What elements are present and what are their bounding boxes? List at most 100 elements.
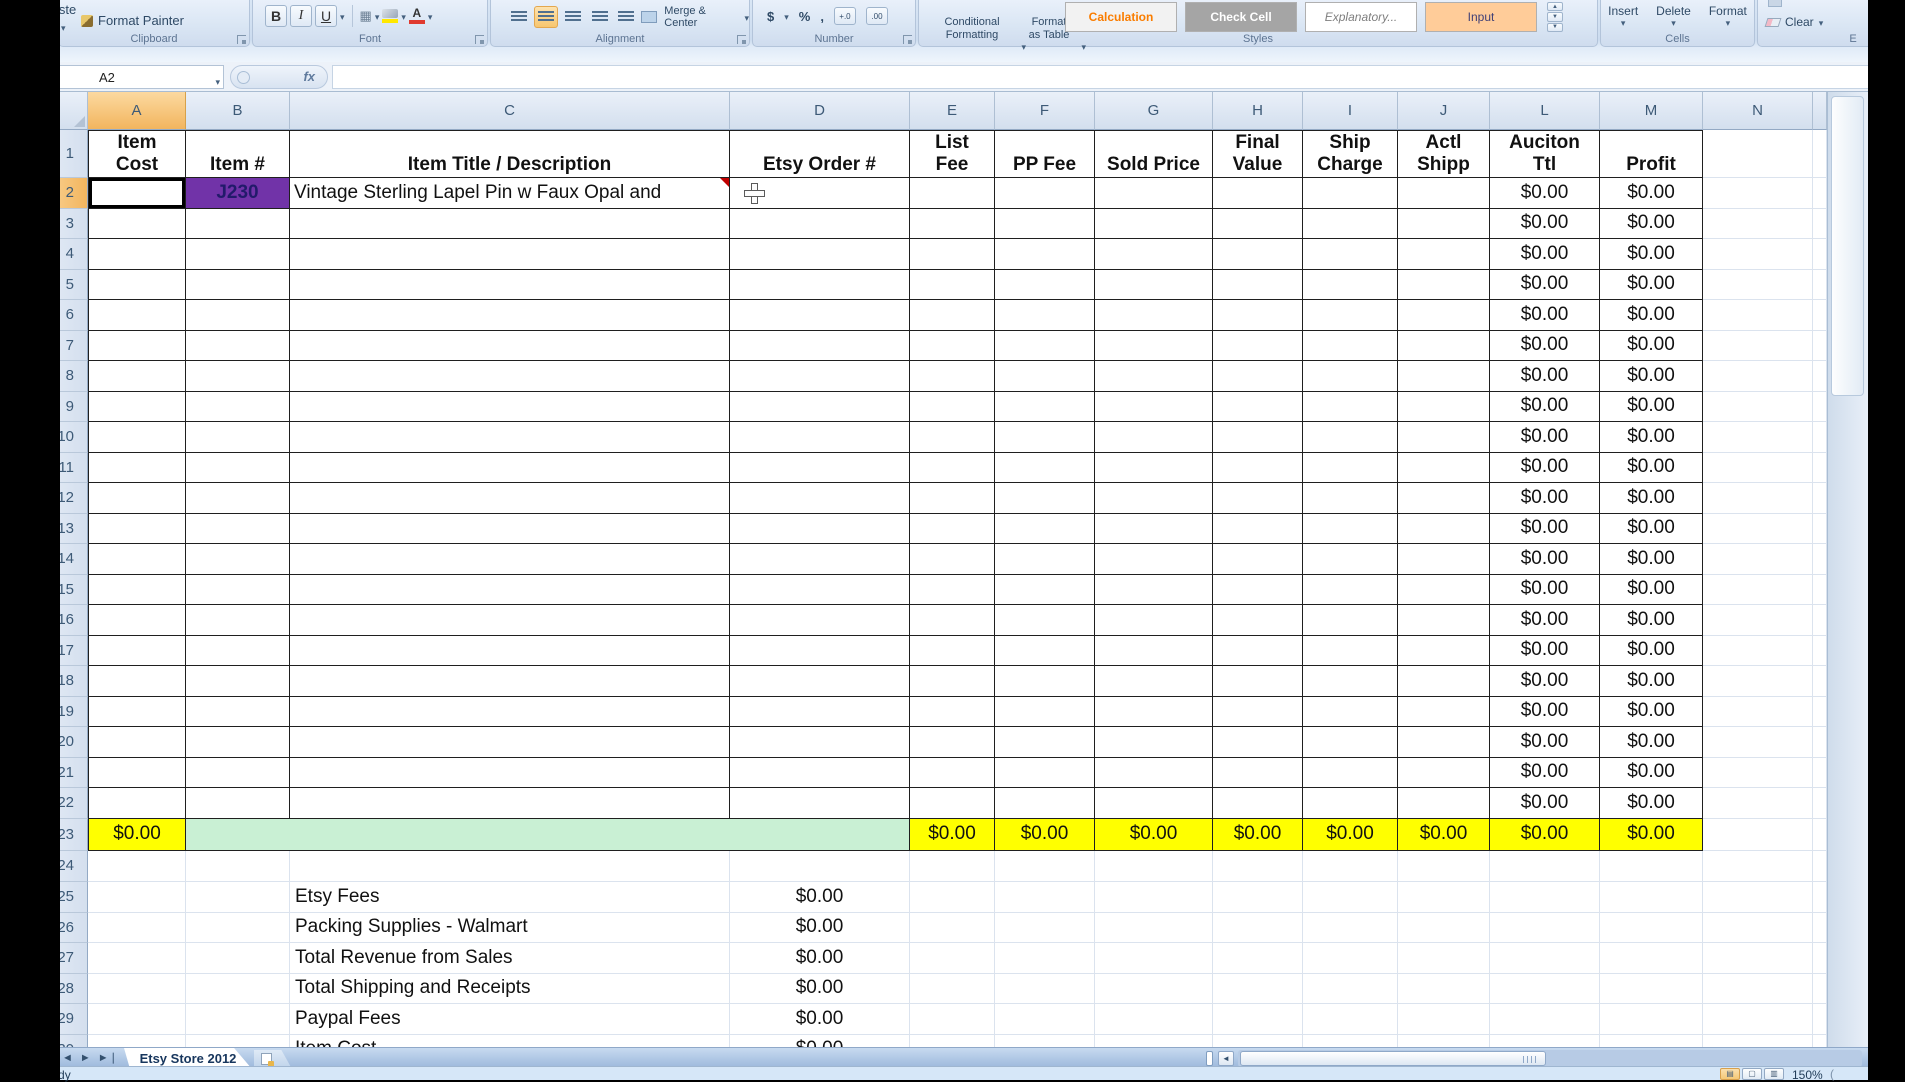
- cell-E30[interactable]: [910, 1035, 995, 1048]
- cell-D15[interactable]: [730, 575, 910, 606]
- align-left-button[interactable]: [507, 6, 531, 28]
- first-sheet-icon[interactable]: ◄: [62, 1050, 73, 1066]
- cell-J4[interactable]: [1398, 239, 1490, 270]
- cell-J28[interactable]: [1398, 974, 1490, 1005]
- cell-L6[interactable]: $0.00: [1490, 300, 1600, 331]
- cell-M7[interactable]: $0.00: [1600, 331, 1703, 362]
- cell-A29[interactable]: [88, 1004, 186, 1035]
- header-cell-I[interactable]: Ship Charge: [1303, 130, 1398, 178]
- cell-M11[interactable]: $0.00: [1600, 453, 1703, 484]
- cell-E23[interactable]: $0.00: [910, 819, 995, 851]
- cell-F28[interactable]: [995, 974, 1095, 1005]
- cell-L2[interactable]: $0.00: [1490, 178, 1600, 209]
- underline-dropdown-icon[interactable]: [340, 7, 345, 25]
- cell-N25[interactable]: [1703, 882, 1813, 913]
- cell-F22[interactable]: [995, 788, 1095, 819]
- cell-H5[interactable]: [1213, 270, 1303, 301]
- cell-H12[interactable]: [1213, 483, 1303, 514]
- cell-D11[interactable]: [730, 453, 910, 484]
- cell-N30[interactable]: [1703, 1035, 1813, 1048]
- cell-J27[interactable]: [1398, 943, 1490, 974]
- name-box-dropdown-icon[interactable]: [215, 73, 220, 88]
- cell-M17[interactable]: $0.00: [1600, 636, 1703, 667]
- previous-sheet-icon[interactable]: ►: [80, 1050, 91, 1066]
- cell-G7[interactable]: [1095, 331, 1213, 362]
- cell-F24[interactable]: [995, 851, 1095, 883]
- cell-E12[interactable]: [910, 483, 995, 514]
- cell-G30[interactable]: [1095, 1035, 1213, 1048]
- cell-A7[interactable]: [88, 331, 186, 362]
- summary-value-27[interactable]: $0.00: [730, 943, 910, 974]
- cell-H28[interactable]: [1213, 974, 1303, 1005]
- cell-L27[interactable]: [1490, 943, 1600, 974]
- cell-N8[interactable]: [1703, 361, 1813, 392]
- cell-E6[interactable]: [910, 300, 995, 331]
- cell-N17[interactable]: [1703, 636, 1813, 667]
- cell-H25[interactable]: [1213, 882, 1303, 913]
- cell-J16[interactable]: [1398, 605, 1490, 636]
- decrease-decimal-button[interactable]: .00: [866, 7, 888, 25]
- cell-B16[interactable]: [186, 605, 290, 636]
- column-header-I[interactable]: I: [1303, 92, 1398, 130]
- underline-button[interactable]: U: [315, 5, 337, 27]
- cell-A13[interactable]: [88, 514, 186, 545]
- cell-F10[interactable]: [995, 422, 1095, 453]
- cell-I21[interactable]: [1303, 758, 1398, 789]
- cell-L15[interactable]: $0.00: [1490, 575, 1600, 606]
- cell-F21[interactable]: [995, 758, 1095, 789]
- cell-N29[interactable]: [1703, 1004, 1813, 1035]
- cell-D5[interactable]: [730, 270, 910, 301]
- cell-N11[interactable]: [1703, 453, 1813, 484]
- cell-N26[interactable]: [1703, 913, 1813, 944]
- cell-A15[interactable]: [88, 575, 186, 606]
- cell-N19[interactable]: [1703, 697, 1813, 728]
- cell-H7[interactable]: [1213, 331, 1303, 362]
- cell-M2[interactable]: $0.00: [1600, 178, 1703, 209]
- cell-M21[interactable]: $0.00: [1600, 758, 1703, 789]
- cell-F8[interactable]: [995, 361, 1095, 392]
- cell-F7[interactable]: [995, 331, 1095, 362]
- cell-B23-D23-green-span[interactable]: [186, 819, 910, 851]
- summary-value-29[interactable]: $0.00: [730, 1004, 910, 1035]
- cell-G8[interactable]: [1095, 361, 1213, 392]
- cell-H18[interactable]: [1213, 666, 1303, 697]
- cell-J22[interactable]: [1398, 788, 1490, 819]
- cell-B27[interactable]: [186, 943, 290, 974]
- style-gallery-explanatory[interactable]: Explanatory...: [1305, 2, 1417, 32]
- cell-H26[interactable]: [1213, 913, 1303, 944]
- fill-button-partial-icon[interactable]: [1768, 0, 1782, 7]
- cell-D12[interactable]: [730, 483, 910, 514]
- cell-A17[interactable]: [88, 636, 186, 667]
- cell-N27[interactable]: [1703, 943, 1813, 974]
- fill-color-dropdown-icon[interactable]: [401, 7, 406, 25]
- cell-G11[interactable]: [1095, 453, 1213, 484]
- summary-value-26[interactable]: $0.00: [730, 913, 910, 944]
- cell-C22[interactable]: [290, 788, 730, 819]
- cell-B12[interactable]: [186, 483, 290, 514]
- cell-E13[interactable]: [910, 514, 995, 545]
- cell-A3[interactable]: [88, 209, 186, 240]
- cell-J25[interactable]: [1398, 882, 1490, 913]
- cell-H29[interactable]: [1213, 1004, 1303, 1035]
- cell-G13[interactable]: [1095, 514, 1213, 545]
- horizontal-scrollbar[interactable]: [1238, 1050, 1862, 1067]
- cell-B10[interactable]: [186, 422, 290, 453]
- cell-N7[interactable]: [1703, 331, 1813, 362]
- summary-label-27[interactable]: Total Revenue from Sales: [290, 943, 730, 974]
- cell-L10[interactable]: $0.00: [1490, 422, 1600, 453]
- column-header-J[interactable]: J: [1398, 92, 1490, 130]
- cell-E27[interactable]: [910, 943, 995, 974]
- header-cell-C[interactable]: Item Title / Description: [290, 130, 730, 178]
- cell-F19[interactable]: [995, 697, 1095, 728]
- column-header-G[interactable]: G: [1095, 92, 1213, 130]
- cell-G20[interactable]: [1095, 727, 1213, 758]
- cell-J8[interactable]: [1398, 361, 1490, 392]
- cell-E10[interactable]: [910, 422, 995, 453]
- cell-L29[interactable]: [1490, 1004, 1600, 1035]
- cell-E3[interactable]: [910, 209, 995, 240]
- header-cell-J[interactable]: Actl Shipp: [1398, 130, 1490, 178]
- cell-G18[interactable]: [1095, 666, 1213, 697]
- cell-L7[interactable]: $0.00: [1490, 331, 1600, 362]
- cell-I3[interactable]: [1303, 209, 1398, 240]
- gallery-expand-icon[interactable]: ▼: [1547, 23, 1563, 32]
